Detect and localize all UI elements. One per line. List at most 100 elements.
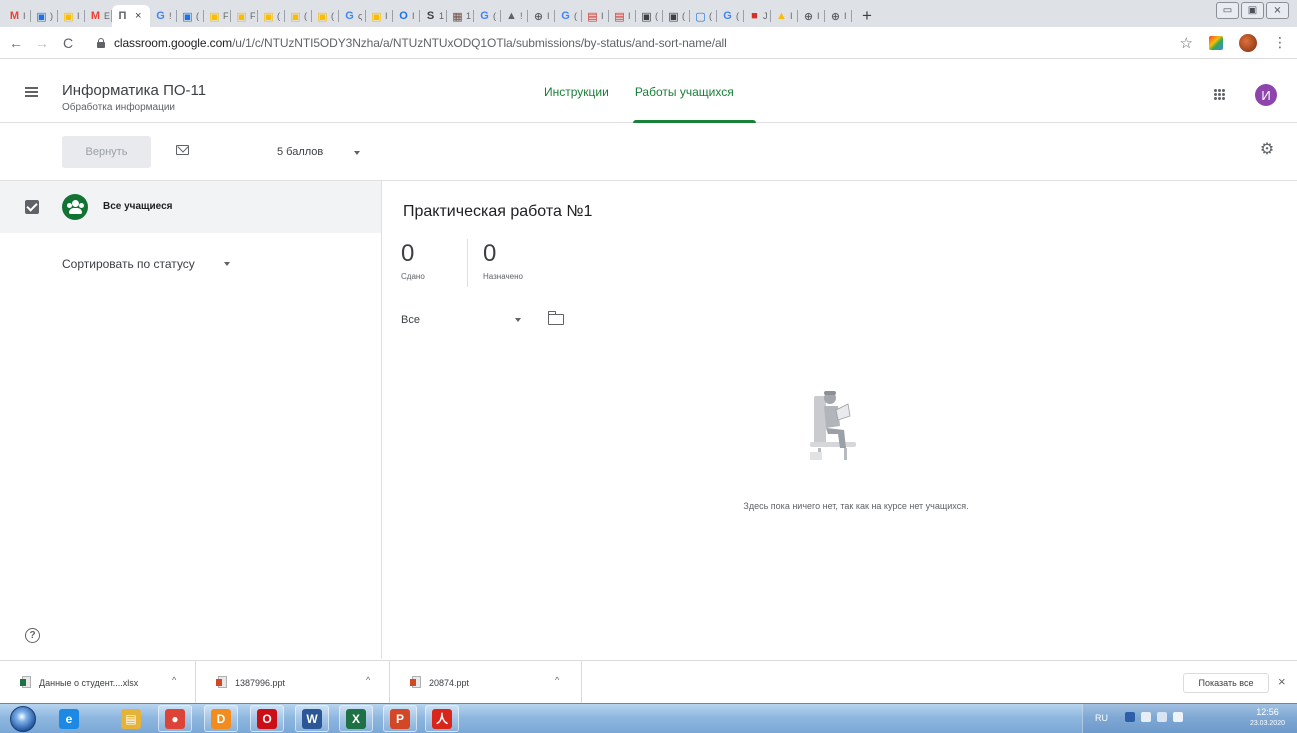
chevron-down-icon[interactable] [515,318,521,322]
chevron-up-icon[interactable]: ^ [555,675,559,685]
group-icon [62,194,88,220]
browser-tab[interactable]: G( [474,5,501,27]
browser-tab[interactable]: S1 [420,5,447,27]
browser-tab[interactable]: ME [85,5,112,27]
reload-button[interactable]: C [58,35,78,51]
sort-select[interactable]: Сортировать по статусу [62,257,195,271]
tab-title: I [547,11,550,21]
input-language[interactable]: RU [1095,713,1108,723]
points-select[interactable]: 5 баллов [277,146,323,158]
browser-tab[interactable]: MI [4,5,31,27]
browser-tab[interactable]: ▦ 1 [447,5,474,27]
forward-button[interactable]: → [32,35,52,51]
chrome-icon: ● [165,708,185,729]
taskbar-chrome-button[interactable]: ● [158,705,192,732]
browser-tab[interactable]: ▲! [501,5,528,27]
browser-tab[interactable]: ▣( [312,5,339,27]
browser-tab[interactable]: ▣) [31,5,58,27]
browser-tab[interactable]: ▤ I [609,5,636,27]
tray-icon[interactable] [1125,712,1135,722]
browser-tab[interactable]: ▣( [663,5,690,27]
status-filter-select[interactable]: Все [401,314,420,326]
taskbar-powerpoint-button[interactable]: P [383,705,417,732]
chevron-up-icon[interactable]: ^ [366,675,370,685]
main-menu-icon[interactable] [25,87,38,97]
close-window-button[interactable]: ⨯ [1266,2,1289,19]
turned-in-label: Сдано [401,272,425,281]
account-avatar[interactable]: И [1255,84,1277,106]
taskbar-flash-button[interactable]: D [204,705,238,732]
taskbar-opera-button[interactable]: O [250,705,284,732]
url-field[interactable]: classroom.google.com/u/1/c/NTUzNTI5ODY3N… [114,36,727,50]
tab-title: I [601,11,604,21]
browser-tab[interactable]: ▤ I [582,5,609,27]
profile-avatar-icon[interactable] [1239,33,1257,52]
download-filename: Данные о студент....xlsx [39,677,139,688]
browser-tab[interactable]: ▣ I [366,5,393,27]
gear-icon[interactable]: ⚙ [1258,141,1276,159]
browser-tab[interactable]: ⊕ I [528,5,555,27]
maximize-button[interactable]: ▣ [1241,2,1264,19]
browser-tab[interactable]: ▲ I [771,5,798,27]
browser-menu-icon[interactable]: ⋮ [1273,34,1287,51]
volume-icon[interactable] [1173,712,1183,722]
browser-tab[interactable]: ▣ F [204,5,231,27]
browser-tab[interactable]: OI [393,5,420,27]
close-tab-icon[interactable]: × [135,10,141,22]
browser-tab[interactable]: ▢( [690,5,717,27]
flag-icon[interactable] [1141,712,1151,722]
folder-icon[interactable] [547,311,564,325]
browser-tab[interactable]: G( [717,5,744,27]
download-item[interactable]: 20874.ppt ^ [390,661,582,704]
help-icon[interactable]: ? [25,628,40,643]
chevron-up-icon[interactable]: ^ [172,675,176,685]
tab-student-work[interactable]: Работы учащихся [623,60,756,123]
tab-title: ( [304,11,307,21]
browser-tab[interactable]: ⊕ I [825,5,852,27]
google-apps-icon[interactable] [1214,89,1225,100]
taskbar-explorer-button[interactable]: ▤ [114,705,148,732]
show-all-downloads-button[interactable]: Показать все [1183,673,1269,693]
browser-tab[interactable]: ▣( [177,5,204,27]
taskbar-word-button[interactable]: W [295,705,329,732]
browser-tab[interactable]: ▣( [636,5,663,27]
tab-favicon-icon: M [9,10,20,22]
browser-tab-active[interactable]: П × [112,5,150,27]
browser-tab[interactable]: Gς [339,5,366,27]
tab-instructions[interactable]: Инструкции [532,60,621,123]
browser-tab[interactable]: ⊕ I [798,5,825,27]
minimize-button[interactable]: ▭ [1216,2,1239,19]
lock-icon[interactable] [96,37,106,48]
browser-tab[interactable]: G! [150,5,177,27]
browser-tab[interactable]: ▣ F [231,5,258,27]
extension-icon[interactable] [1209,35,1223,50]
bookmark-star-icon[interactable]: ☆ [1180,34,1193,52]
return-button[interactable]: Вернуть [62,136,151,168]
tab-favicon-icon: G [480,10,489,22]
download-item[interactable]: 1387996.ppt ^ [196,661,390,704]
tab-title: E [104,11,111,21]
new-tab-button[interactable]: + [856,5,878,27]
back-button[interactable]: ← [6,35,26,51]
browser-tab[interactable]: ▣( [285,5,312,27]
browser-tab[interactable]: ■ J [744,5,771,27]
select-all-checkbox[interactable] [25,200,39,214]
taskbar-excel-button[interactable]: X [339,705,373,732]
browser-tab[interactable]: ▣( [258,5,285,27]
browser-tab[interactable]: ▣ I [58,5,85,27]
tab-favicon-icon: ▣ [641,10,652,23]
course-title[interactable]: Информатика ПО-11 [62,82,206,99]
clock[interactable]: 12:56 23.03.2020 [1250,707,1285,729]
assigned-stat: 0 Назначено [483,240,523,281]
chevron-down-icon[interactable] [354,151,360,155]
taskbar-ie-button[interactable]: e [52,705,86,732]
start-button[interactable] [10,706,36,732]
email-icon[interactable] [176,145,189,155]
download-item[interactable]: Данные о студент....xlsx ^ [0,661,196,704]
network-icon[interactable] [1157,712,1167,722]
close-downloads-icon[interactable]: × [1278,674,1286,689]
chevron-down-icon[interactable] [224,262,230,266]
all-students-row[interactable]: Все учащиеся [0,181,381,233]
taskbar-acrobat-button[interactable]: 人 [425,705,459,732]
browser-tab[interactable]: G( [555,5,582,27]
